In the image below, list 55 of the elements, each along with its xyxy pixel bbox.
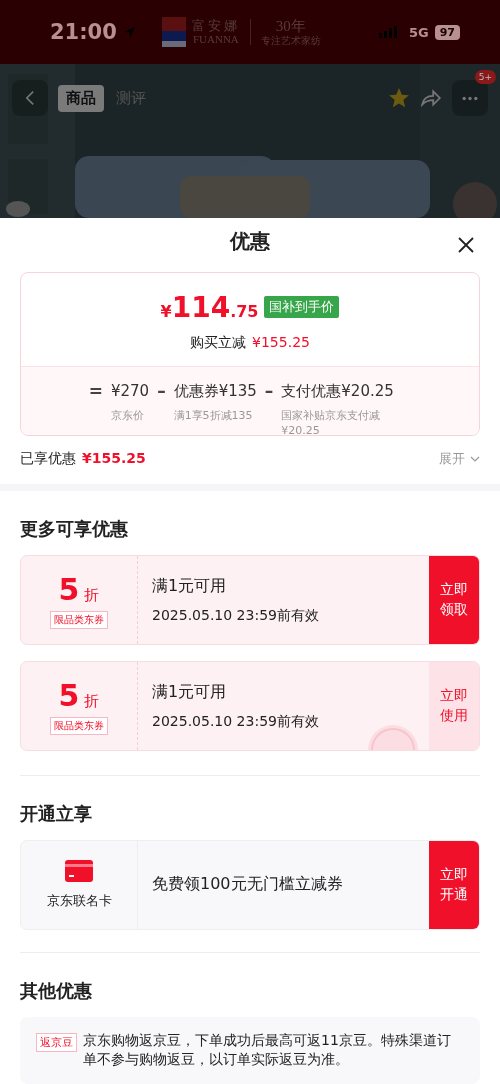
discount-unit: 折 (84, 585, 100, 605)
card-offer-text: 免费领100元无门槛立减券 (151, 873, 344, 896)
coupon-validity: 2025.05.10 23:59前有效 (152, 606, 320, 625)
final-price: ¥114.75 (160, 290, 259, 324)
location-arrow-icon (122, 25, 136, 39)
brand-name-latin: FUANNA (192, 33, 239, 46)
network-label: 5G (408, 24, 429, 40)
flag-logo-icon (161, 17, 186, 47)
section-heading: 其他优惠 (20, 978, 93, 1003)
more-dots-icon (461, 95, 479, 101)
coupon-action-button[interactable]: 立即使用 (429, 662, 479, 750)
discount-amount: 5 (58, 677, 80, 713)
enjoyed-amount: ¥155.25 (82, 449, 146, 466)
reduce-label: 购买立减 (190, 333, 247, 352)
open-card-button[interactable]: 立即开通 (429, 840, 479, 929)
coupon-condition: 满1元可用 (152, 681, 228, 703)
credit-card-icon (65, 859, 93, 882)
discount-amount: 5 (58, 571, 80, 607)
nav-tab[interactable]: 商品 (58, 84, 104, 112)
coupon-validity: 2025.05.10 23:59前有效 (152, 712, 320, 731)
coupon-condition: 满1元可用 (152, 575, 228, 597)
close-button[interactable] (458, 237, 474, 253)
enjoyed-label: 已享优惠 (20, 449, 76, 468)
price-tag: 国补到手价 (264, 296, 340, 319)
bean-rule-text: 京东购物返京豆，下单成功后最高可返11京豆。特殊渠道订单不参与购物返豆，以订单实际返豆为准。 (83, 1030, 452, 1070)
clock-time: 21:00 (50, 20, 117, 44)
section-heading: 更多可享优惠 (20, 517, 129, 541)
sheet-title: 优惠 (230, 228, 270, 256)
signal-icon (378, 26, 397, 38)
coupon-action-button[interactable]: 立即领取 (429, 556, 479, 644)
back-button[interactable] (12, 80, 48, 116)
formula-operator: – (264, 380, 274, 403)
formula-note: 满1享5折减135 (173, 408, 254, 424)
battery-level: 97 (434, 24, 460, 40)
coupon-tag: 限品类东券 (50, 610, 108, 629)
formula-value: 优惠券¥135 (173, 380, 257, 401)
share-icon[interactable] (420, 87, 442, 109)
card-name: 京东联名卡 (46, 891, 112, 910)
coupon-tag: 限品类东券 (50, 716, 108, 735)
anniversary-text: 30年 (275, 18, 306, 35)
formula-value: ¥270 (110, 380, 150, 401)
star-icon[interactable] (388, 87, 410, 109)
section-heading: 开通立享 (20, 801, 93, 826)
formula-operator: = (88, 380, 103, 403)
reduce-amount: ¥155.25 (252, 333, 310, 352)
more-button[interactable] (452, 80, 488, 116)
formula-value: 支付优惠¥20.25 (281, 380, 395, 401)
formula-operator: – (157, 380, 166, 403)
chevron-left-icon (25, 90, 35, 106)
expand-button[interactable]: 展开 (439, 449, 480, 468)
chevron-down-icon (470, 455, 480, 462)
discount-unit: 折 (84, 691, 100, 711)
formula-note: 京东价 (110, 408, 145, 424)
bean-tag: 返京豆 (36, 1032, 77, 1052)
formula-note: 国家补贴京东支付减¥20.25 (281, 408, 382, 435)
